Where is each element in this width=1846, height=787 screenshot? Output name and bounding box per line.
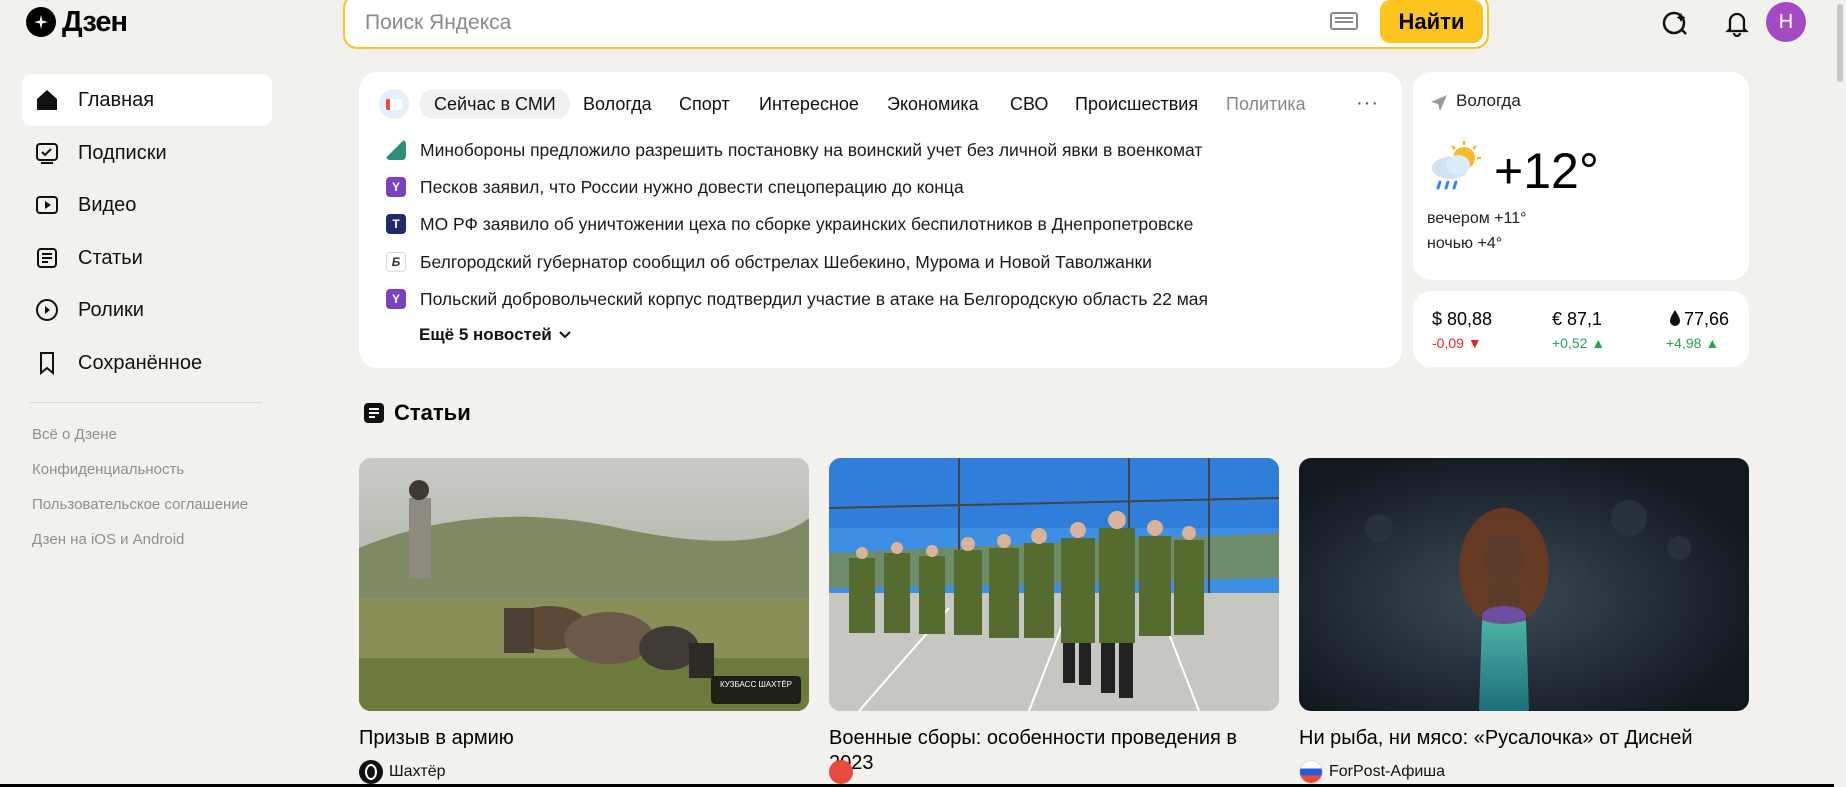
footer-link-about[interactable]: Всё о Дзене bbox=[32, 426, 117, 443]
dzen-logo[interactable]: Дзен bbox=[26, 4, 128, 40]
oil-drop-icon bbox=[1668, 309, 1682, 332]
scrollbar-track[interactable] bbox=[1834, 0, 1846, 787]
source-avatar bbox=[829, 760, 853, 784]
news-item[interactable]: T МО РФ заявило об уничтожении цеха по с… bbox=[386, 211, 1193, 237]
weather-evening: вечером +11° bbox=[1427, 210, 1527, 227]
sidebar-item-shorts[interactable]: Ролики bbox=[22, 284, 272, 336]
news-headline: Песков заявил, что России нужно довести … bbox=[420, 176, 964, 197]
articles-icon bbox=[364, 403, 384, 423]
section-articles-title[interactable]: Статьи bbox=[362, 400, 471, 426]
eur-rate: € 87,1 bbox=[1552, 309, 1603, 329]
bookmark-icon bbox=[34, 350, 60, 376]
source-icon: Y bbox=[386, 177, 406, 197]
oil-change: +4,98 ▲ bbox=[1666, 335, 1720, 351]
more-news-button[interactable]: Ещё 5 новостей bbox=[419, 325, 572, 345]
article-image[interactable] bbox=[829, 458, 1279, 711]
source-name: Шахтёр bbox=[389, 763, 446, 780]
article-source[interactable] bbox=[829, 760, 859, 784]
article-image[interactable] bbox=[1299, 458, 1749, 711]
sidebar-item-label: Главная bbox=[78, 88, 155, 111]
tab-incidents[interactable]: Происшествия bbox=[1075, 89, 1198, 119]
section-title-label: Статьи bbox=[394, 400, 471, 425]
search-input[interactable] bbox=[363, 10, 1367, 36]
article-image[interactable]: КУЗБАСС ШАХТЁР bbox=[359, 458, 809, 711]
more-tabs-icon[interactable]: ··· bbox=[1356, 92, 1379, 115]
usd-change: -0,09 ▼ bbox=[1432, 335, 1482, 351]
footer-link-privacy[interactable]: Конфиденциальность bbox=[32, 461, 184, 478]
source-avatar bbox=[1299, 760, 1323, 784]
news-item[interactable]: Y Песков заявил, что России нужно довест… bbox=[386, 174, 964, 200]
video-icon bbox=[34, 192, 60, 218]
news-headline: МО РФ заявило об уничтожении цеха по сбо… bbox=[420, 213, 1194, 234]
article-source[interactable]: ForPost-Афиша bbox=[1299, 760, 1445, 784]
footer-link-apps[interactable]: Дзен на iOS и Android bbox=[32, 531, 184, 548]
source-name: ForPost-Афиша bbox=[1329, 763, 1446, 780]
articles-icon bbox=[34, 245, 60, 271]
more-news-label: Ещё 5 новостей bbox=[419, 325, 552, 344]
home-icon bbox=[34, 87, 60, 113]
scrollbar-thumb[interactable] bbox=[1837, 4, 1843, 82]
search-box: Найти bbox=[343, 0, 1489, 49]
tab-politics[interactable]: Политика bbox=[1226, 89, 1306, 119]
eur-change: +0,52 ▲ bbox=[1552, 335, 1606, 351]
sidebar-item-label: Статьи bbox=[78, 246, 143, 269]
dzen-star-icon bbox=[26, 7, 56, 37]
sidebar-item-label: Сохранённое bbox=[78, 351, 203, 374]
image-watermark: КУЗБАСС ШАХТЁР bbox=[720, 680, 792, 689]
sidebar-item-subscriptions[interactable]: Подписки bbox=[22, 127, 272, 179]
article-title[interactable]: Ни рыба, ни мясо: «Русалочка» от Дисней bbox=[1299, 726, 1739, 751]
news-item[interactable]: Минобороны предложило разрешить постанов… bbox=[386, 137, 1202, 163]
weather-night: ночью +4° bbox=[1427, 235, 1503, 252]
alice-icon[interactable] bbox=[1660, 8, 1690, 38]
source-icon: Y bbox=[386, 289, 406, 309]
news-headline: Белгородский губернатор сообщил об обстр… bbox=[420, 251, 1152, 272]
logo-text: Дзен bbox=[62, 5, 128, 38]
news-headline: Польский добровольческий корпус подтверд… bbox=[420, 288, 1208, 309]
source-icon: Б bbox=[386, 252, 406, 272]
tab-svo[interactable]: СВО bbox=[1010, 89, 1048, 119]
tabs-fade bbox=[1308, 88, 1348, 118]
chevron-down-icon bbox=[559, 331, 571, 339]
tab-economy[interactable]: Экономика bbox=[887, 89, 979, 119]
sidebar-item-label: Ролики bbox=[78, 298, 144, 321]
article-title[interactable]: Призыв в армию bbox=[359, 726, 799, 751]
sidebar-divider bbox=[30, 402, 262, 403]
shorts-icon bbox=[34, 297, 60, 323]
source-icon: T bbox=[386, 214, 406, 234]
source-icon bbox=[386, 140, 406, 160]
sidebar-item-label: Видео bbox=[78, 193, 137, 216]
tab-now-in-media[interactable]: Сейчас в СМИ bbox=[420, 89, 570, 119]
sidebar-item-home[interactable]: Главная bbox=[22, 74, 272, 126]
tab-vologda[interactable]: Вологда bbox=[583, 89, 652, 119]
news-logo-icon bbox=[379, 89, 409, 119]
arrow-down-icon: ▼ bbox=[1467, 335, 1482, 351]
keyboard-icon[interactable] bbox=[1330, 12, 1358, 30]
article-source[interactable]: Шахтёр bbox=[359, 760, 446, 784]
location-arrow-icon bbox=[1429, 93, 1449, 118]
weather-city: Вологда bbox=[1456, 91, 1521, 110]
search-button[interactable]: Найти bbox=[1380, 0, 1483, 43]
article-title[interactable]: Военные сборы: особенности проведения в … bbox=[829, 726, 1269, 776]
sidebar-item-articles[interactable]: Статьи bbox=[22, 232, 272, 284]
news-item[interactable]: Y Польский добровольческий корпус подтве… bbox=[386, 286, 1208, 312]
arrow-up-icon: ▲ bbox=[1705, 335, 1720, 351]
sidebar-item-saved[interactable]: Сохранённое bbox=[22, 337, 272, 389]
footer-link-terms[interactable]: Пользовательское соглашение bbox=[32, 496, 248, 513]
cloud-sun-rain-icon bbox=[1428, 138, 1484, 199]
arrow-up-icon: ▲ bbox=[1591, 335, 1606, 351]
bell-icon[interactable] bbox=[1722, 8, 1752, 38]
weather-temperature: +12° bbox=[1494, 143, 1599, 199]
sidebar-item-video[interactable]: Видео bbox=[22, 179, 272, 231]
news-headline: Минобороны предложило разрешить постанов… bbox=[420, 139, 1203, 160]
news-item[interactable]: Б Белгородский губернатор сообщил об обс… bbox=[386, 249, 1152, 275]
oil-rate: 77,66 bbox=[1684, 309, 1730, 329]
source-avatar bbox=[359, 760, 383, 784]
tab-sport[interactable]: Спорт bbox=[679, 89, 730, 119]
sidebar-item-label: Подписки bbox=[78, 141, 167, 164]
tab-interesting[interactable]: Интересное bbox=[759, 89, 859, 119]
subscriptions-icon bbox=[34, 140, 60, 166]
usd-rate: $ 80,88 bbox=[1432, 309, 1493, 329]
avatar[interactable]: Н bbox=[1766, 2, 1806, 42]
